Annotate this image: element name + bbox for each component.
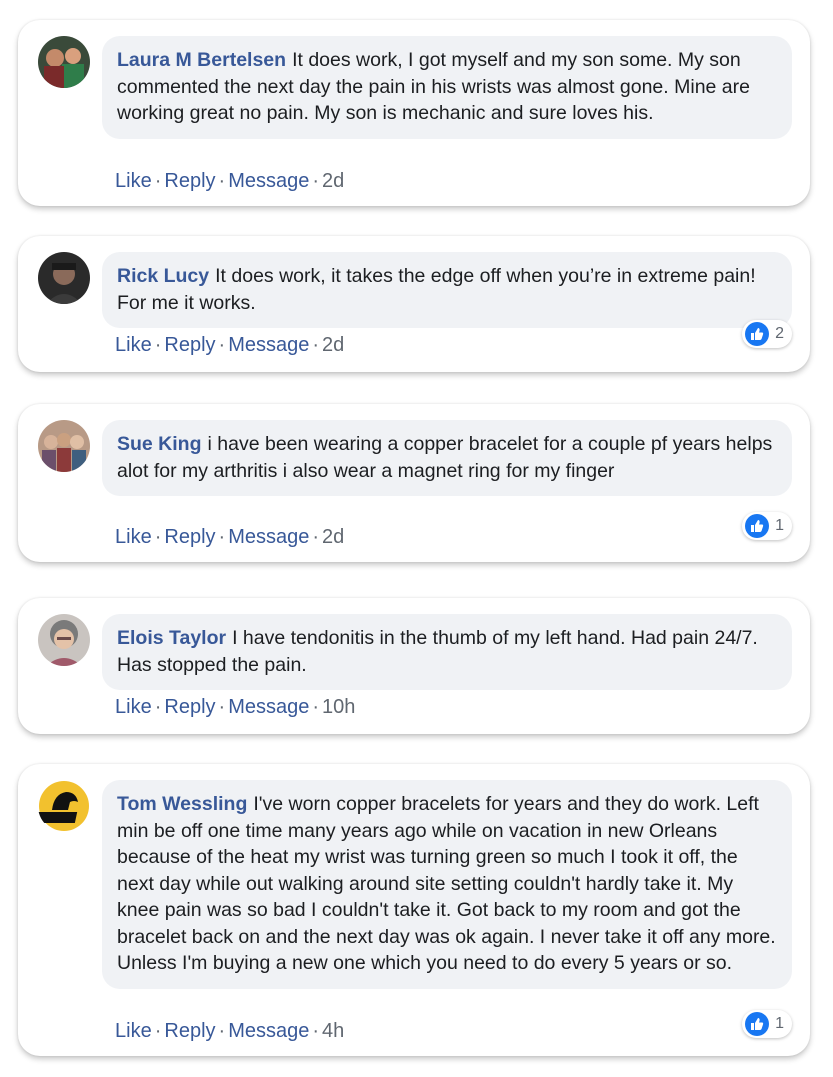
- comment-author[interactable]: Sue King: [117, 433, 202, 455]
- separator: ·: [218, 334, 226, 356]
- separator: ·: [154, 170, 162, 192]
- message-link[interactable]: Message: [228, 334, 309, 356]
- message-link[interactable]: Message: [228, 696, 309, 718]
- comment-card: Laura M Bertelsen It does work, I got mys…: [18, 20, 810, 206]
- like-link[interactable]: Like: [115, 334, 152, 356]
- comment-author[interactable]: Elois Taylor: [117, 627, 226, 649]
- comment-bubble: Elois Taylor I have tendonitis in the thu…: [102, 614, 792, 690]
- reply-link[interactable]: Reply: [164, 526, 215, 548]
- message-link[interactable]: Message: [228, 1020, 309, 1042]
- comment-actions: Like · Reply · Message · 2d: [115, 170, 344, 193]
- like-link[interactable]: Like: [115, 1020, 152, 1042]
- message-link[interactable]: Message: [228, 526, 309, 548]
- reaction-count-value: 1: [775, 517, 784, 534]
- separator: ·: [154, 334, 162, 356]
- avatar[interactable]: [38, 36, 90, 88]
- separator: ·: [154, 696, 162, 718]
- separator: ·: [312, 1020, 320, 1042]
- comment-card: Rick Lucy It does work, it takes the edge…: [18, 236, 810, 372]
- reaction-count[interactable]: 2: [742, 320, 792, 348]
- comment-actions: Like · Reply · Message · 4h: [115, 1020, 344, 1043]
- comment-bubble: Tom Wessling I've worn copper bracelets f…: [102, 780, 792, 989]
- reply-link[interactable]: Reply: [164, 696, 215, 718]
- separator: ·: [312, 334, 320, 356]
- comment-actions: Like · Reply · Message · 2d: [115, 526, 344, 549]
- comment-actions: Like · Reply · Message · 10h: [115, 696, 355, 719]
- separator: ·: [218, 170, 226, 192]
- comment-author[interactable]: Tom Wessling: [117, 793, 247, 815]
- comment-timestamp[interactable]: 2d: [322, 334, 344, 356]
- comment-card: Tom Wessling I've worn copper bracelets f…: [18, 764, 810, 1056]
- comment-text: It does work, it takes the edge off when…: [117, 265, 756, 314]
- reaction-count-value: 2: [775, 325, 784, 342]
- message-link[interactable]: Message: [228, 170, 309, 192]
- reaction-count[interactable]: 1: [742, 512, 792, 540]
- separator: ·: [218, 526, 226, 548]
- avatar[interactable]: [38, 614, 90, 666]
- separator: ·: [154, 1020, 162, 1042]
- reaction-count[interactable]: 1: [742, 1010, 792, 1038]
- comment-text: I've worn copper bracelets for years and…: [117, 793, 776, 974]
- comment-timestamp[interactable]: 10h: [322, 696, 355, 718]
- comment-bubble: Laura M Bertelsen It does work, I got mys…: [102, 36, 792, 139]
- separator: ·: [312, 696, 320, 718]
- comment-text: i have been wearing a copper bracelet fo…: [117, 433, 773, 482]
- avatar[interactable]: [38, 780, 90, 832]
- comment-timestamp[interactable]: 2d: [322, 526, 344, 548]
- thumbs-up-icon: [745, 322, 770, 346]
- comment-card: Elois Taylor I have tendonitis in the thu…: [18, 598, 810, 734]
- avatar[interactable]: [38, 252, 90, 304]
- reply-link[interactable]: Reply: [164, 1020, 215, 1042]
- like-link[interactable]: Like: [115, 526, 152, 548]
- thumbs-up-icon: [745, 1012, 770, 1036]
- separator: ·: [218, 1020, 226, 1042]
- separator: ·: [312, 170, 320, 192]
- separator: ·: [218, 696, 226, 718]
- comment-bubble: Rick Lucy It does work, it takes the edge…: [102, 252, 792, 328]
- comment-author[interactable]: Rick Lucy: [117, 265, 209, 287]
- reply-link[interactable]: Reply: [164, 170, 215, 192]
- comment-timestamp[interactable]: 4h: [322, 1020, 344, 1042]
- avatar[interactable]: [38, 420, 90, 472]
- reaction-count-value: 1: [775, 1015, 784, 1032]
- thumbs-up-icon: [745, 514, 770, 538]
- comment-bubble: Sue King i have been wearing a copper bra…: [102, 420, 792, 496]
- comment-actions: Like · Reply · Message · 2d: [115, 334, 344, 357]
- reply-link[interactable]: Reply: [164, 334, 215, 356]
- comment-card: Sue King i have been wearing a copper bra…: [18, 404, 810, 562]
- like-link[interactable]: Like: [115, 170, 152, 192]
- separator: ·: [154, 526, 162, 548]
- like-link[interactable]: Like: [115, 696, 152, 718]
- separator: ·: [312, 526, 320, 548]
- comment-author[interactable]: Laura M Bertelsen: [117, 49, 286, 71]
- comment-timestamp[interactable]: 2d: [322, 170, 344, 192]
